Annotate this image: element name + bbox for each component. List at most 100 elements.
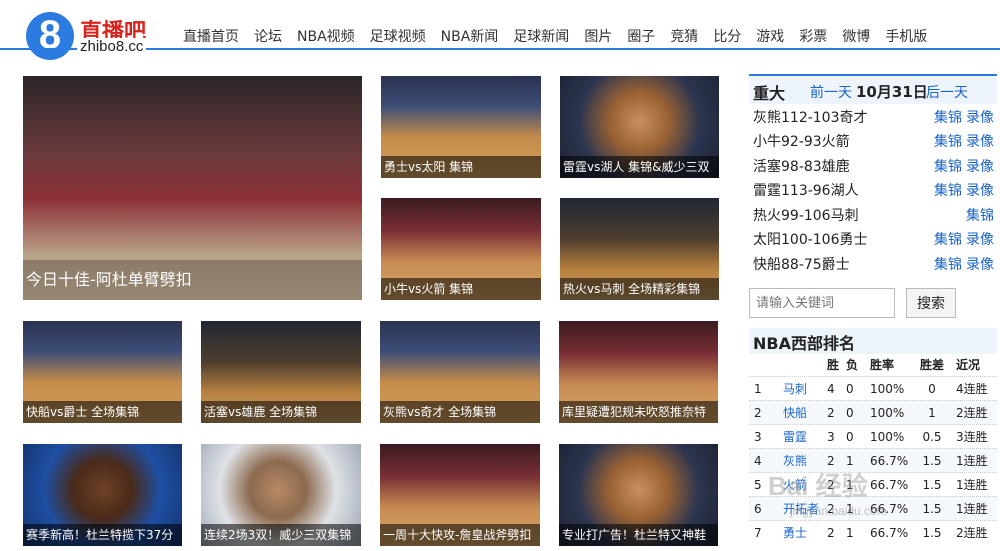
streak: 1连胜	[956, 502, 988, 516]
nav-lottery[interactable]: 彩票	[799, 27, 827, 47]
win-pct: 100%	[870, 430, 905, 444]
video-thumb[interactable]: 小牛vs火箭 集锦	[381, 198, 541, 300]
video-thumb[interactable]: 专业打广告！杜兰特又神鞋	[559, 444, 718, 546]
highlight-link[interactable]: 集锦	[934, 130, 962, 154]
replay-link[interactable]: 录像	[966, 228, 994, 252]
nav-pictures[interactable]: 图片	[584, 27, 612, 47]
sidebar-title: 重大	[753, 84, 786, 103]
video-caption: 一周十大快攻-詹皇战斧劈扣	[380, 524, 540, 546]
search-button[interactable]: 搜索	[906, 288, 956, 318]
highlight-link[interactable]: 集锦	[934, 155, 962, 179]
search-input[interactable]	[749, 288, 895, 318]
rank: 6	[754, 502, 762, 516]
video-thumb[interactable]: 热火vs马刺 全场精彩集锦	[560, 198, 719, 300]
video-thumb[interactable]: 一周十大快攻-詹皇战斧劈扣	[380, 444, 540, 546]
rank: 1	[754, 382, 762, 396]
next-day-link[interactable]: 后一天	[926, 82, 968, 102]
win-pct: 100%	[870, 406, 905, 420]
streak: 1连胜	[956, 454, 988, 468]
video-thumb[interactable]: 快船vs爵士 全场集锦	[23, 321, 182, 423]
nav-weibo[interactable]: 微博	[842, 27, 870, 47]
rank: 3	[754, 430, 762, 444]
nav-football-video[interactable]: 足球视频	[370, 27, 426, 47]
highlight-link[interactable]: 集锦	[934, 228, 962, 252]
replay-link[interactable]: 录像	[966, 155, 994, 179]
game-score[interactable]: 太阳100-106勇士	[753, 228, 868, 252]
game-score[interactable]: 灰熊112-103奇才	[753, 106, 868, 130]
win-pct: 100%	[870, 382, 905, 396]
game-score[interactable]: 雷霆113-96湖人	[753, 179, 859, 203]
ranking-columns: 胜 负 胜率 胜差 近况	[749, 354, 997, 376]
prev-day-link[interactable]: 前一天	[810, 82, 852, 102]
video-thumb[interactable]: 赛季新高！杜兰特揽下37分	[23, 444, 182, 546]
highlight-link[interactable]: 集锦	[934, 253, 962, 277]
col-wins: 胜	[827, 358, 840, 372]
col-games-behind: 胜差	[919, 358, 944, 372]
team-link[interactable]: 马刺	[783, 377, 807, 401]
watermark: Bai 经验 jingyan.baidu.com	[768, 466, 948, 526]
highlight-link[interactable]: 集锦	[934, 106, 962, 130]
wins: 3	[827, 430, 835, 444]
game-score[interactable]: 小牛92-93火箭	[753, 130, 850, 154]
ranking-row: 1 马刺 4 0 100% 0 4连胜	[749, 376, 997, 400]
team-link[interactable]: 快船	[783, 401, 807, 425]
ranking-row: 2 快船 2 0 100% 1 2连胜	[749, 400, 997, 424]
current-date: 10月31日	[856, 83, 928, 101]
video-caption: 快船vs爵士 全场集锦	[23, 401, 182, 423]
game-row: 热火99-106马刺 集锦	[749, 204, 997, 228]
rank: 2	[754, 406, 762, 420]
rank: 5	[754, 478, 762, 492]
logo-digit: 8	[38, 13, 62, 57]
header-divider	[0, 48, 1000, 50]
video-thumb[interactable]: 雷霆vs湖人 集锦&威少三双	[560, 76, 719, 178]
site-logo[interactable]: 8	[26, 12, 74, 60]
game-score[interactable]: 快船88-75爵士	[753, 253, 850, 277]
nav-nba-news[interactable]: NBA新闻	[441, 27, 499, 47]
nav-mobile[interactable]: 手机版	[885, 27, 927, 47]
video-thumb[interactable]: 库里疑遭犯规未吹怒推奈特	[559, 321, 718, 423]
ranking-row: 3 雷霆 3 0 100% 0.5 3连胜	[749, 424, 997, 448]
game-row: 雷霆113-96湖人 集锦 录像	[749, 179, 997, 203]
game-score[interactable]: 活塞98-83雄鹿	[753, 155, 850, 179]
highlight-link[interactable]: 集锦	[966, 204, 994, 228]
wins: 2	[827, 406, 835, 420]
nav-nba-video[interactable]: NBA视频	[297, 27, 355, 47]
ranking-title: NBA西部排名	[753, 334, 855, 353]
game-row: 小牛92-93火箭 集锦 录像	[749, 130, 997, 154]
streak: 3连胜	[956, 430, 988, 444]
wins: 4	[827, 382, 835, 396]
rank: 4	[754, 454, 762, 468]
streak: 4连胜	[956, 382, 988, 396]
game-score[interactable]: 热火99-106马刺	[753, 204, 859, 228]
nav-guess[interactable]: 竞猜	[670, 27, 698, 47]
replay-link[interactable]: 录像	[966, 253, 994, 277]
team-link[interactable]: 雷霆	[783, 425, 807, 449]
replay-link[interactable]: 录像	[966, 130, 994, 154]
streak: 1连胜	[956, 478, 988, 492]
video-thumb[interactable]: 勇士vs太阳 集锦	[381, 76, 541, 178]
video-thumb[interactable]: 活塞vs雄鹿 全场集锦	[201, 321, 361, 423]
nav-scores[interactable]: 比分	[713, 27, 741, 47]
featured-video-caption: 今日十佳-阿杜单臂劈扣	[23, 260, 362, 300]
featured-video[interactable]: 今日十佳-阿杜单臂劈扣	[23, 76, 362, 300]
nav-home[interactable]: 直播首页	[183, 27, 239, 47]
nav-forum[interactable]: 论坛	[254, 27, 282, 47]
replay-link[interactable]: 录像	[966, 179, 994, 203]
replay-link[interactable]: 录像	[966, 106, 994, 130]
nav-football-news[interactable]: 足球新闻	[513, 27, 569, 47]
video-caption: 活塞vs雄鹿 全场集锦	[201, 401, 361, 423]
highlight-link[interactable]: 集锦	[934, 179, 962, 203]
game-row: 活塞98-83雄鹿 集锦 录像	[749, 155, 997, 179]
video-caption: 小牛vs火箭 集锦	[381, 278, 541, 300]
video-caption: 赛季新高！杜兰特揽下37分	[23, 524, 182, 546]
video-thumb[interactable]: 连续2场3双！威少三双集锦	[201, 444, 361, 546]
col-streak: 近况	[956, 358, 981, 372]
games-behind: 0	[928, 382, 936, 396]
streak: 2连胜	[956, 526, 988, 540]
games-behind: 1	[928, 406, 936, 420]
nav-circle[interactable]: 圈子	[627, 27, 655, 47]
video-thumb[interactable]: 灰熊vs奇才 全场集锦	[380, 321, 540, 423]
brand-domain[interactable]: zhibo8.cc	[77, 38, 147, 55]
site-header: 8 直播吧 zhibo8.cc 直播首页 论坛 NBA视频 足球视频 NBA新闻…	[0, 0, 1000, 60]
nav-games[interactable]: 游戏	[756, 27, 784, 47]
